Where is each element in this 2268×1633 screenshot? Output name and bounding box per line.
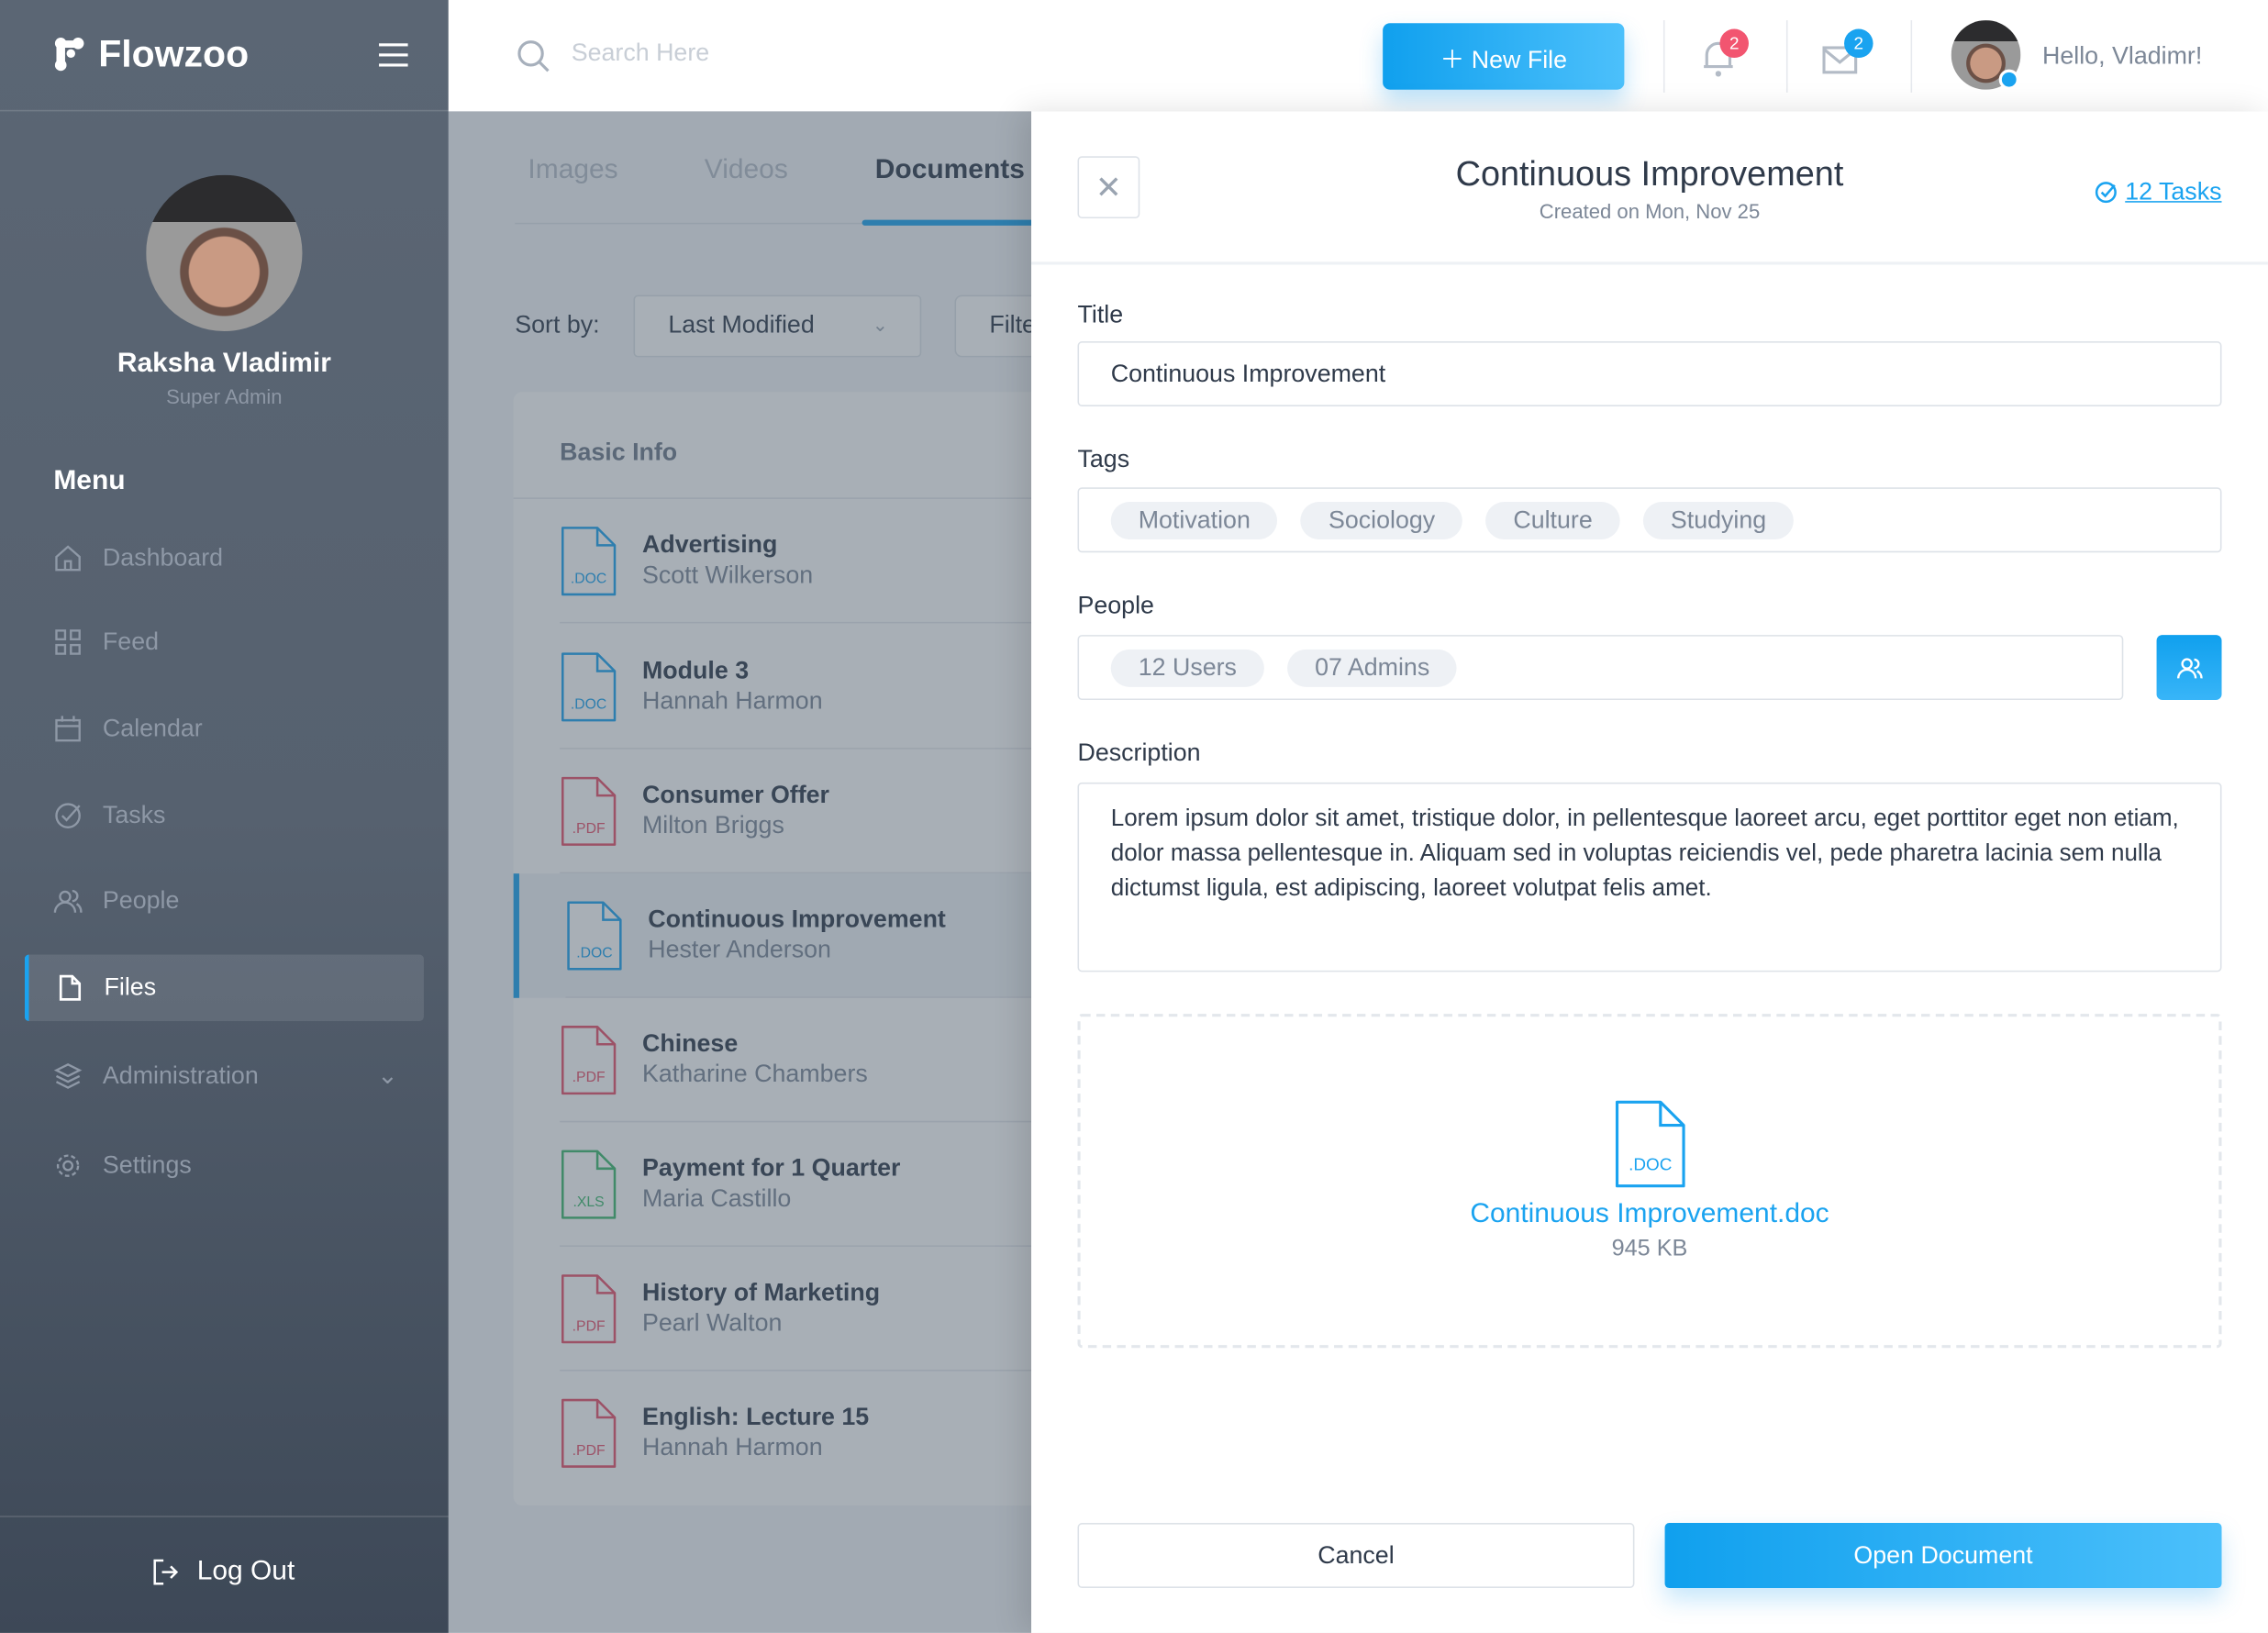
notifications-badge: 2	[1719, 28, 1749, 59]
flowzoo-logo-icon	[54, 37, 84, 71]
sidebar-item-label: Feed	[102, 628, 160, 656]
title-input[interactable]: Continuous Improvement	[1077, 341, 2222, 406]
tag-chip[interactable]: Studying	[1642, 501, 1795, 539]
sidebar-item-tasks[interactable]: Tasks	[25, 783, 424, 850]
attachment-name[interactable]: Continuous Improvement.doc	[1081, 1199, 2219, 1231]
description-textarea[interactable]: Lorem ipsum dolor sit amet, tristique do…	[1077, 782, 2222, 972]
divider	[0, 109, 449, 112]
people-chip[interactable]: 07 Admins	[1287, 649, 1458, 687]
online-status-dot	[1998, 69, 2019, 90]
divider	[1662, 20, 1665, 93]
divider	[1910, 20, 1913, 93]
new-file-label: New File	[1471, 45, 1568, 73]
divider	[0, 1516, 449, 1517]
profile-name: Raksha Vladimir	[117, 348, 331, 380]
grid-icon	[53, 628, 83, 657]
logout-label: Log Out	[196, 1556, 295, 1587]
people-icon	[2176, 657, 2202, 678]
people-label: People	[1077, 591, 1154, 619]
sidebar-item-people[interactable]: People	[25, 868, 424, 935]
sidebar-item-label: People	[102, 886, 180, 915]
add-people-button[interactable]	[2156, 635, 2222, 701]
sidebar-item-label: Settings	[102, 1150, 192, 1179]
logout-icon	[153, 1559, 179, 1585]
divider	[1031, 261, 2268, 265]
layers-icon	[53, 1061, 83, 1091]
people-input[interactable]: 12 Users 07 Admins	[1077, 635, 2124, 701]
sidebar-item-label: Files	[104, 972, 157, 1001]
new-file-button[interactable]: ＋ New File	[1383, 23, 1625, 90]
sidebar-item-dashboard[interactable]: Dashboard	[25, 525, 424, 592]
panel-created-date: Created on Mon, Nov 25	[1539, 199, 1761, 223]
people-icon	[53, 886, 83, 916]
doc-file-icon: .DOC	[1615, 1100, 1684, 1188]
home-icon	[53, 544, 83, 573]
sidebar-item-label: Calendar	[102, 714, 203, 742]
svg-text:.DOC: .DOC	[1628, 1155, 1671, 1174]
sidebar-item-label: Administration	[102, 1061, 259, 1090]
calendar-icon	[53, 715, 83, 744]
app-name: Flowzoo	[98, 31, 250, 75]
sidebar-item-calendar[interactable]: Calendar	[25, 695, 424, 762]
search-icon[interactable]	[517, 39, 551, 74]
attachment-dropzone[interactable]: .DOC Continuous Improvement.doc 945 KB	[1077, 1014, 2222, 1349]
logo[interactable]: Flowzoo	[52, 32, 249, 77]
divider	[1785, 20, 1788, 93]
profile-role: Super Admin	[166, 384, 283, 408]
greeting: Hello, Vladimr!	[2042, 41, 2203, 70]
tasks-link[interactable]: 12 Tasks	[2095, 177, 2222, 207]
tags-label: Tags	[1077, 445, 1130, 473]
tag-chip[interactable]: Motivation	[1110, 501, 1278, 539]
title-label: Title	[1077, 300, 1124, 328]
menu-heading: Menu	[53, 465, 126, 496]
tag-chip[interactable]: Culture	[1485, 501, 1620, 539]
sidebar-item-label: Tasks	[102, 801, 166, 829]
sidebar-item-administration[interactable]: Administration ⌄	[25, 1043, 424, 1110]
top-header: ＋ New File 2 2 Hello, Vladimr!	[448, 0, 2268, 112]
check-circle-icon	[2096, 182, 2118, 204]
tags-input[interactable]: Motivation Sociology Culture Studying	[1077, 487, 2222, 553]
hamburger-menu-icon[interactable]	[379, 43, 408, 73]
sidebar: Flowzoo Raksha Vladimir Super Admin Menu…	[0, 0, 449, 1633]
sidebar-item-feed[interactable]: Feed	[25, 609, 424, 676]
panel-title: Continuous Improvement	[1455, 154, 1844, 194]
search-input[interactable]	[571, 39, 1006, 69]
open-document-button[interactable]: Open Document	[1664, 1523, 2222, 1588]
sidebar-item-label: Dashboard	[102, 543, 224, 572]
cancel-button[interactable]: Cancel	[1077, 1523, 1635, 1588]
people-chip[interactable]: 12 Users	[1110, 649, 1264, 687]
chevron-down-icon: ⌄	[377, 1061, 398, 1090]
title-value: Continuous Improvement	[1110, 359, 1386, 387]
logout-button[interactable]: Log Out	[0, 1556, 449, 1588]
file-detail-panel: ✕ Continuous Improvement Created on Mon,…	[1031, 111, 2268, 1633]
sidebar-item-settings[interactable]: Settings	[25, 1132, 424, 1199]
sidebar-item-files[interactable]: Files	[24, 954, 424, 1022]
check-circle-icon	[53, 801, 83, 830]
gear-icon	[53, 1151, 83, 1181]
attachment-size: 945 KB	[1611, 1236, 1688, 1261]
plus-icon: ＋	[1440, 45, 1472, 73]
description-label: Description	[1077, 739, 1201, 767]
tasks-label: 12 Tasks	[2125, 177, 2222, 206]
messages-badge: 2	[1844, 28, 1873, 59]
tag-chip[interactable]: Sociology	[1301, 501, 1463, 539]
file-icon	[55, 973, 84, 1003]
profile-avatar[interactable]	[146, 174, 303, 332]
